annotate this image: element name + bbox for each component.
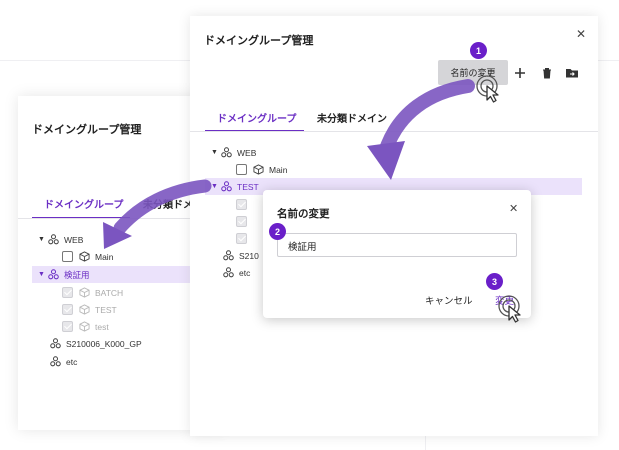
close-icon[interactable]: ✕ <box>509 204 518 215</box>
click-cursor-icon <box>476 75 499 103</box>
rename-input[interactable]: 検証用 <box>277 233 517 257</box>
step-badge: 2 <box>269 223 286 240</box>
cancel-button[interactable]: キャンセル <box>425 293 473 307</box>
step-badge: 1 <box>470 42 487 59</box>
dialog-title: 名前の変更 <box>277 208 330 220</box>
rename-dialog: 名前の変更 ✕ 検証用 キャンセル 変更 <box>263 190 531 318</box>
click-cursor-icon <box>498 295 521 323</box>
arrow-to-back-tree <box>113 179 212 235</box>
step-badge: 3 <box>486 273 503 290</box>
arrowhead <box>367 141 405 180</box>
